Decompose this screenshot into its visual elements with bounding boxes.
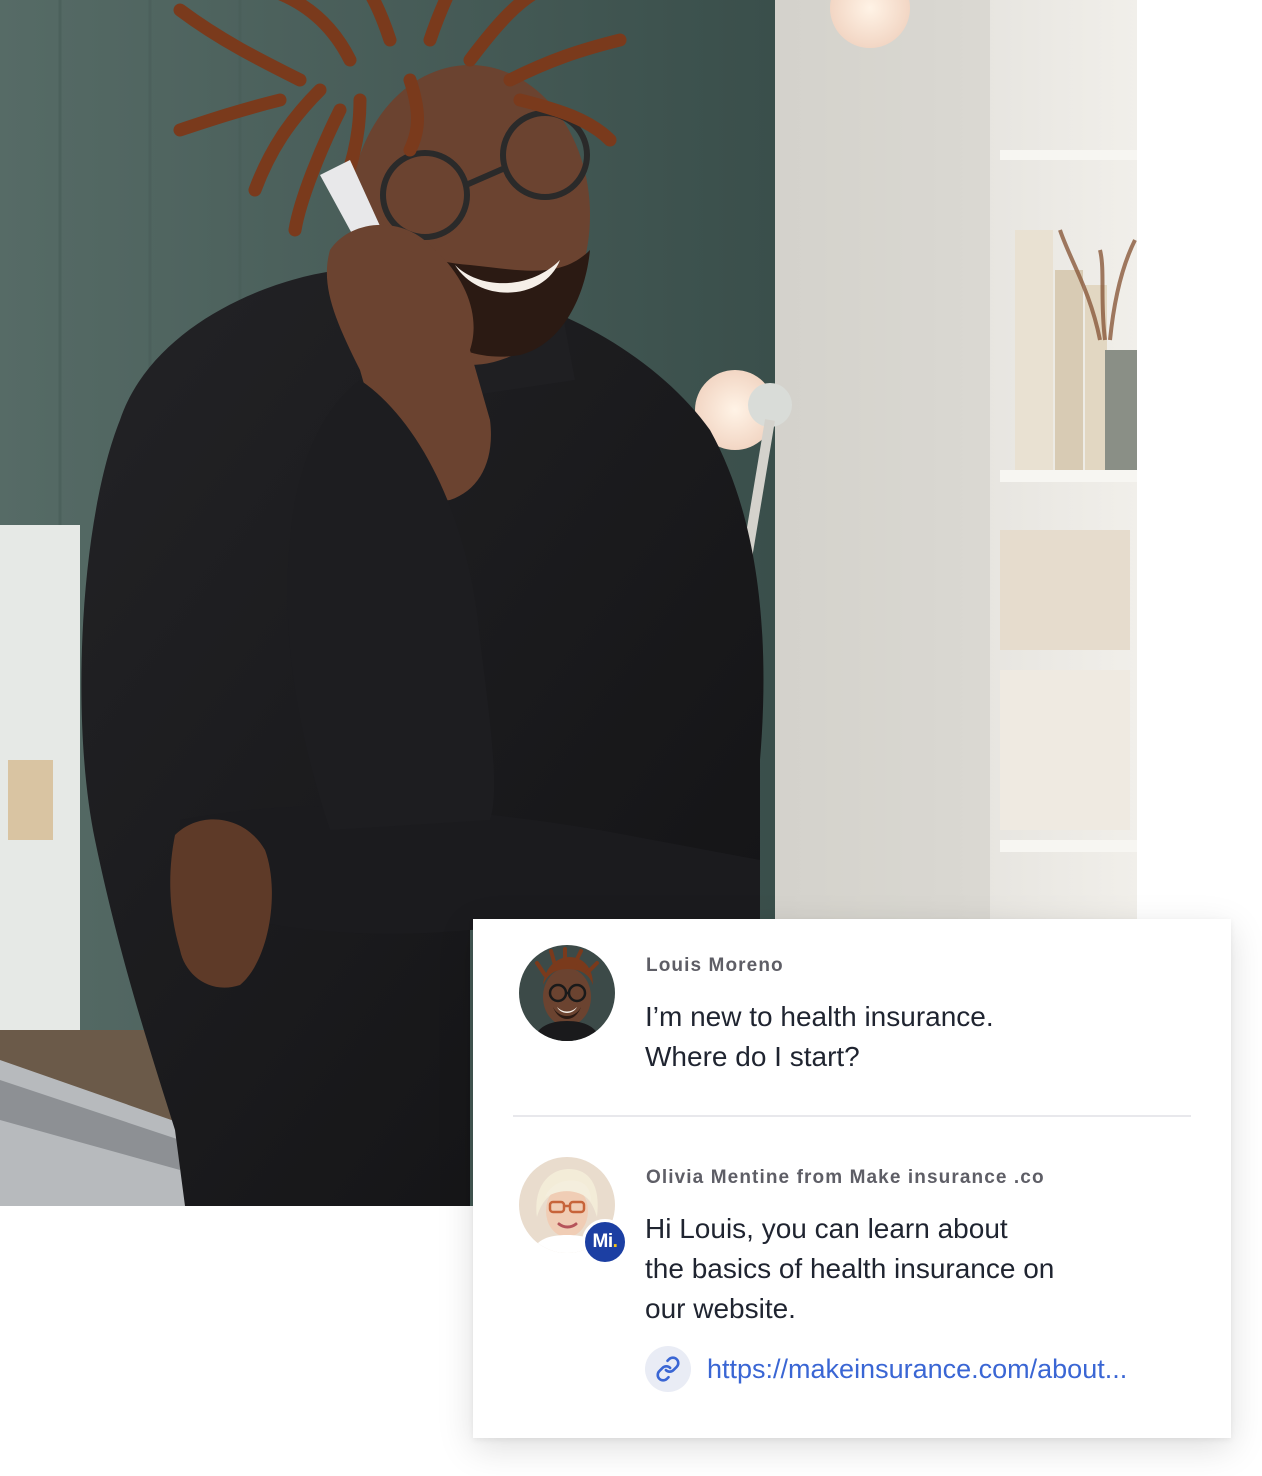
louis-avatar xyxy=(519,945,615,1041)
link-icon xyxy=(645,1346,691,1392)
message-line: Hi Louis, you can learn about xyxy=(645,1213,1008,1244)
brand-badge-dot: . xyxy=(612,1231,618,1252)
page: Louis Moreno I’m new to health insurance… xyxy=(0,0,1262,1476)
message-line: our website. xyxy=(645,1293,796,1324)
message-line: the basics of health insurance on xyxy=(645,1253,1055,1284)
chat-card: Louis Moreno I’m new to health insurance… xyxy=(473,919,1231,1438)
sender-name: Louis Moreno xyxy=(646,955,784,976)
message-text: I’m new to health insurance. Where do I … xyxy=(645,997,994,1077)
message-text: Hi Louis, you can learn about the basics… xyxy=(645,1209,1054,1329)
message-line: I’m new to health insurance. xyxy=(645,1001,994,1032)
website-link[interactable]: https://makeinsurance.com/about... xyxy=(645,1344,1127,1394)
brand-badge: Mi. xyxy=(582,1219,628,1265)
divider xyxy=(513,1115,1191,1117)
link-url[interactable]: https://makeinsurance.com/about... xyxy=(707,1354,1127,1385)
brand-badge-text: Mi xyxy=(592,1231,614,1252)
message-line: Where do I start? xyxy=(645,1041,860,1072)
sender-name: Olivia Mentine from Make insurance .co xyxy=(646,1167,1045,1188)
